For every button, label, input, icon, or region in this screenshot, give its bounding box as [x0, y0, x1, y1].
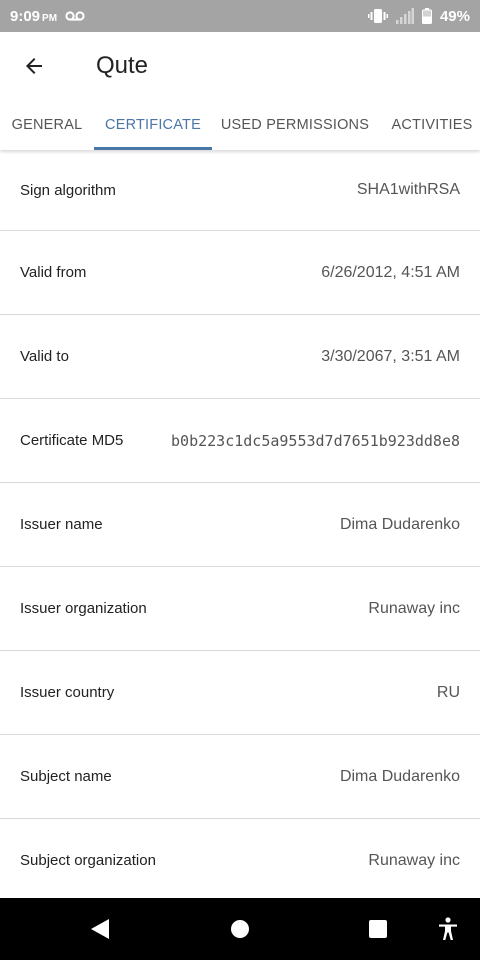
app-title: Qute: [96, 52, 149, 79]
tab-general[interactable]: GENERAL: [0, 100, 94, 150]
field-value: Runaway inc: [368, 599, 460, 617]
voicemail-icon: [65, 10, 85, 22]
certificate-list: Sign algorithm SHA1withRSA Valid from 6/…: [0, 150, 480, 903]
battery-percent: 49%: [439, 7, 470, 25]
field-value: b0b223c1dc5a9553d7d7651b923dd8e8: [171, 431, 460, 450]
app-bar: Qute: [0, 32, 480, 100]
list-item: Issuer organization Runaway inc: [0, 567, 480, 651]
field-value: SHA1withRSA: [356, 181, 460, 198]
back-button[interactable]: [0, 32, 68, 100]
tab-certificate[interactable]: CERTIFICATE: [94, 100, 212, 150]
field-label: Issuer organization: [20, 600, 147, 617]
back-triangle-icon: [90, 918, 110, 940]
list-item: Valid to 3/30/2067, 3:51 AM: [0, 315, 480, 399]
field-value: Runaway inc: [368, 851, 460, 869]
field-value: 3/30/2067, 3:51 AM: [321, 347, 460, 365]
list-item: Subject organization Runaway inc: [0, 819, 480, 903]
list-item: Certificate MD5 b0b223c1dc5a9553d7d7651b…: [0, 399, 480, 483]
field-label: Issuer name: [20, 516, 103, 533]
clock-ampm: PM: [42, 12, 58, 24]
signal-icon: [395, 8, 414, 24]
field-value: 6/26/2012, 4:51 AM: [321, 263, 460, 281]
list-item: Issuer country RU: [0, 651, 480, 735]
field-label: Certificate MD5: [20, 432, 124, 449]
tab-bar: GENERAL CERTIFICATE USED PERMISSIONS ACT…: [0, 100, 480, 150]
list-item: Issuer name Dima Dudarenko: [0, 483, 480, 567]
accessibility-icon: [438, 917, 458, 941]
list-item: Sign algorithm SHA1withRSA: [0, 150, 480, 231]
field-value: Dima Dudarenko: [339, 515, 460, 533]
status-time: 9:09 PM: [10, 8, 57, 25]
battery-icon: [421, 8, 432, 24]
field-label: Valid from: [20, 264, 87, 281]
status-right: 49%: [367, 7, 470, 25]
field-label: Valid to: [20, 348, 69, 365]
field-label: Sign algorithm: [20, 181, 116, 199]
system-nav-bar: [0, 898, 480, 960]
field-label: Subject organization: [20, 852, 156, 869]
field-value: Dima Dudarenko: [339, 767, 460, 785]
status-left: 9:09 PM: [10, 8, 85, 25]
field-label: Issuer country: [20, 684, 115, 701]
clock-time: 9:09: [10, 7, 41, 25]
recents-square-icon: [368, 919, 388, 939]
vibrate-icon: [367, 8, 388, 24]
arrow-left-icon: [22, 54, 46, 78]
nav-home-button[interactable]: [210, 898, 270, 960]
list-item: Subject name Dima Dudarenko: [0, 735, 480, 819]
field-label: Subject name: [20, 768, 112, 785]
list-item: Valid from 6/26/2012, 4:51 AM: [0, 231, 480, 315]
nav-back-button[interactable]: [70, 898, 130, 960]
tab-used-permissions[interactable]: USED PERMISSIONS: [212, 100, 378, 150]
nav-accessibility-button[interactable]: [418, 898, 478, 960]
field-value: RU: [436, 683, 460, 701]
nav-recents-button[interactable]: [348, 898, 408, 960]
home-circle-icon: [230, 919, 250, 939]
status-bar: 9:09 PM 49%: [0, 0, 480, 32]
tab-activities[interactable]: ACTIVITIES: [378, 100, 480, 150]
